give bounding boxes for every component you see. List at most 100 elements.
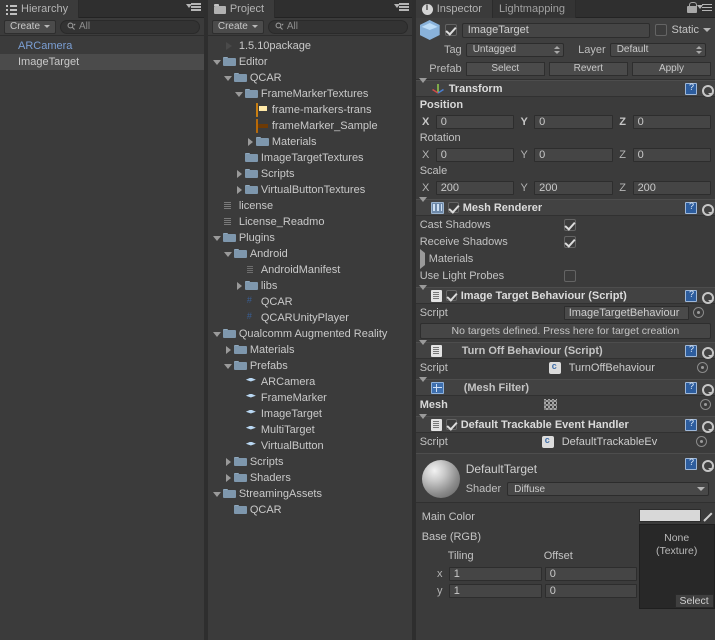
scl-y-field[interactable]: 200: [534, 180, 613, 195]
component-header-turn-off-behaviour[interactable]: Turn Off Behaviour (Script): [415, 339, 715, 359]
foldout-arrow[interactable]: [212, 486, 223, 502]
object-picker-icon[interactable]: [700, 399, 711, 410]
project-item[interactable]: ImageTarget: [208, 406, 412, 422]
project-item[interactable]: StreamingAssets: [208, 486, 412, 502]
foldout-arrow[interactable]: [418, 77, 427, 95]
project-item[interactable]: Materials: [208, 342, 412, 358]
mesh-renderer-enabled-checkbox[interactable]: [447, 202, 459, 213]
texture-select-button[interactable]: Select: [674, 594, 714, 608]
hierarchy-tabbar-menu[interactable]: [185, 2, 201, 12]
static-toggle[interactable]: Static: [655, 24, 711, 36]
foldout-arrow[interactable]: [223, 246, 234, 262]
project-item[interactable]: AndroidManifest: [208, 262, 412, 278]
gear-icon[interactable]: [700, 345, 714, 359]
project-item[interactable]: Scripts: [208, 166, 412, 182]
foldout-arrow[interactable]: [212, 54, 223, 70]
foldout-arrow[interactable]: [234, 166, 245, 182]
project-tabbar-menu[interactable]: [393, 2, 409, 12]
object-picker-icon[interactable]: [696, 362, 708, 373]
hierarchy-create-button[interactable]: Create: [4, 19, 57, 34]
help-icon[interactable]: [685, 82, 697, 95]
image-target-enabled-checkbox[interactable]: [445, 290, 457, 301]
offset-x-field[interactable]: 0: [544, 566, 637, 581]
materials-row[interactable]: Materials: [416, 248, 715, 269]
help-icon[interactable]: [685, 344, 697, 357]
foldout-arrow[interactable]: [419, 248, 425, 269]
lock-icon[interactable]: [687, 2, 697, 13]
foldout-arrow[interactable]: [418, 376, 427, 394]
component-header-image-target-behaviour[interactable]: Image Target Behaviour (Script): [415, 284, 715, 304]
cast-shadows-checkbox[interactable]: [563, 218, 576, 231]
project-item[interactable]: MultiTarget: [208, 422, 412, 438]
image-target-script-field[interactable]: ImageTargetBehaviour: [563, 305, 689, 320]
project-item[interactable]: ARCamera: [208, 374, 412, 390]
gameobject-name-field[interactable]: ImageTarget: [461, 22, 651, 38]
foldout-arrow[interactable]: [234, 86, 245, 102]
gameobject-enabled-checkbox[interactable]: [444, 24, 457, 36]
gear-icon[interactable]: [700, 202, 714, 216]
pos-x-field[interactable]: 0: [435, 114, 515, 129]
panel-menu-icon[interactable]: [185, 2, 201, 12]
tag-dropdown[interactable]: Untagged: [465, 42, 564, 57]
rot-y-field[interactable]: 0: [534, 147, 613, 162]
pos-z-field[interactable]: 0: [632, 114, 711, 129]
project-item[interactable]: Materials: [208, 134, 412, 150]
chevron-down-icon[interactable]: [703, 28, 711, 32]
turn-off-script-field[interactable]: TurnOffBehaviour: [565, 361, 693, 375]
mesh-field[interactable]: [561, 398, 696, 412]
hierarchy-item-arcamera[interactable]: ARCamera: [0, 38, 204, 54]
help-icon[interactable]: [685, 418, 697, 431]
project-item[interactable]: FrameMarker: [208, 390, 412, 406]
texture-slot[interactable]: None (Texture) Select: [638, 524, 715, 609]
project-item[interactable]: ImageTargetTextures: [208, 150, 412, 166]
project-item[interactable]: Qualcomm Augmented Reality: [208, 326, 412, 342]
help-icon[interactable]: [685, 457, 697, 470]
receive-shadows-checkbox[interactable]: [563, 235, 576, 248]
prefab-revert-button[interactable]: Revert: [548, 61, 628, 76]
project-item[interactable]: 1.5.10package: [208, 38, 412, 54]
foldout-arrow[interactable]: [223, 454, 234, 470]
project-item[interactable]: Prefabs: [208, 358, 412, 374]
project-item[interactable]: License_Readmo: [208, 214, 412, 230]
component-header-mesh-renderer[interactable]: Mesh Renderer: [415, 196, 715, 216]
panel-menu-icon[interactable]: [697, 3, 712, 13]
object-picker-icon[interactable]: [692, 307, 704, 318]
gear-icon[interactable]: [700, 382, 714, 396]
gear-icon[interactable]: [700, 419, 714, 433]
project-item[interactable]: frame-markers-trans: [208, 102, 412, 118]
foldout-arrow[interactable]: [223, 470, 234, 486]
foldout-arrow[interactable]: [223, 70, 234, 86]
foldout-arrow[interactable]: [212, 230, 223, 246]
project-item[interactable]: Android: [208, 246, 412, 262]
foldout-arrow[interactable]: [245, 134, 256, 150]
project-create-button[interactable]: Create: [211, 19, 264, 34]
rot-z-field[interactable]: 0: [632, 147, 711, 162]
project-item[interactable]: frameMarker_Sample: [208, 118, 412, 134]
pos-y-field[interactable]: 0: [534, 114, 613, 129]
static-checkbox[interactable]: [655, 24, 668, 36]
project-search-input[interactable]: All: [267, 19, 408, 34]
foldout-arrow[interactable]: [212, 326, 223, 342]
project-item[interactable]: Plugins: [208, 230, 412, 246]
main-color-swatch[interactable]: [638, 509, 701, 522]
scl-z-field[interactable]: 200: [632, 180, 711, 195]
prefab-select-button[interactable]: Select: [465, 61, 545, 76]
light-probes-checkbox[interactable]: [563, 269, 576, 282]
help-icon[interactable]: [685, 381, 697, 394]
image-target-helpbox[interactable]: No targets defined. Press here for targe…: [419, 323, 711, 339]
tab-lightmapping[interactable]: Lightmapping: [492, 0, 576, 18]
shader-dropdown[interactable]: Diffuse: [507, 482, 709, 496]
scl-x-field[interactable]: 200: [435, 180, 515, 195]
project-item[interactable]: Scripts: [208, 454, 412, 470]
foldout-arrow[interactable]: [223, 358, 234, 374]
project-item[interactable]: Shaders: [208, 470, 412, 486]
object-picker-icon[interactable]: [695, 436, 707, 447]
project-item[interactable]: VirtualButton: [208, 438, 412, 454]
project-tree[interactable]: 1.5.10package Editor QCAR FrameMarkerTextur…: [207, 36, 412, 640]
foldout-arrow[interactable]: [223, 342, 234, 358]
tiling-x-field[interactable]: 1: [448, 566, 542, 581]
project-item[interactable]: QCAR: [208, 502, 412, 518]
foldout-arrow[interactable]: [418, 413, 427, 431]
help-icon[interactable]: [685, 289, 697, 302]
project-item[interactable]: QCARUnityPlayer: [208, 310, 412, 326]
